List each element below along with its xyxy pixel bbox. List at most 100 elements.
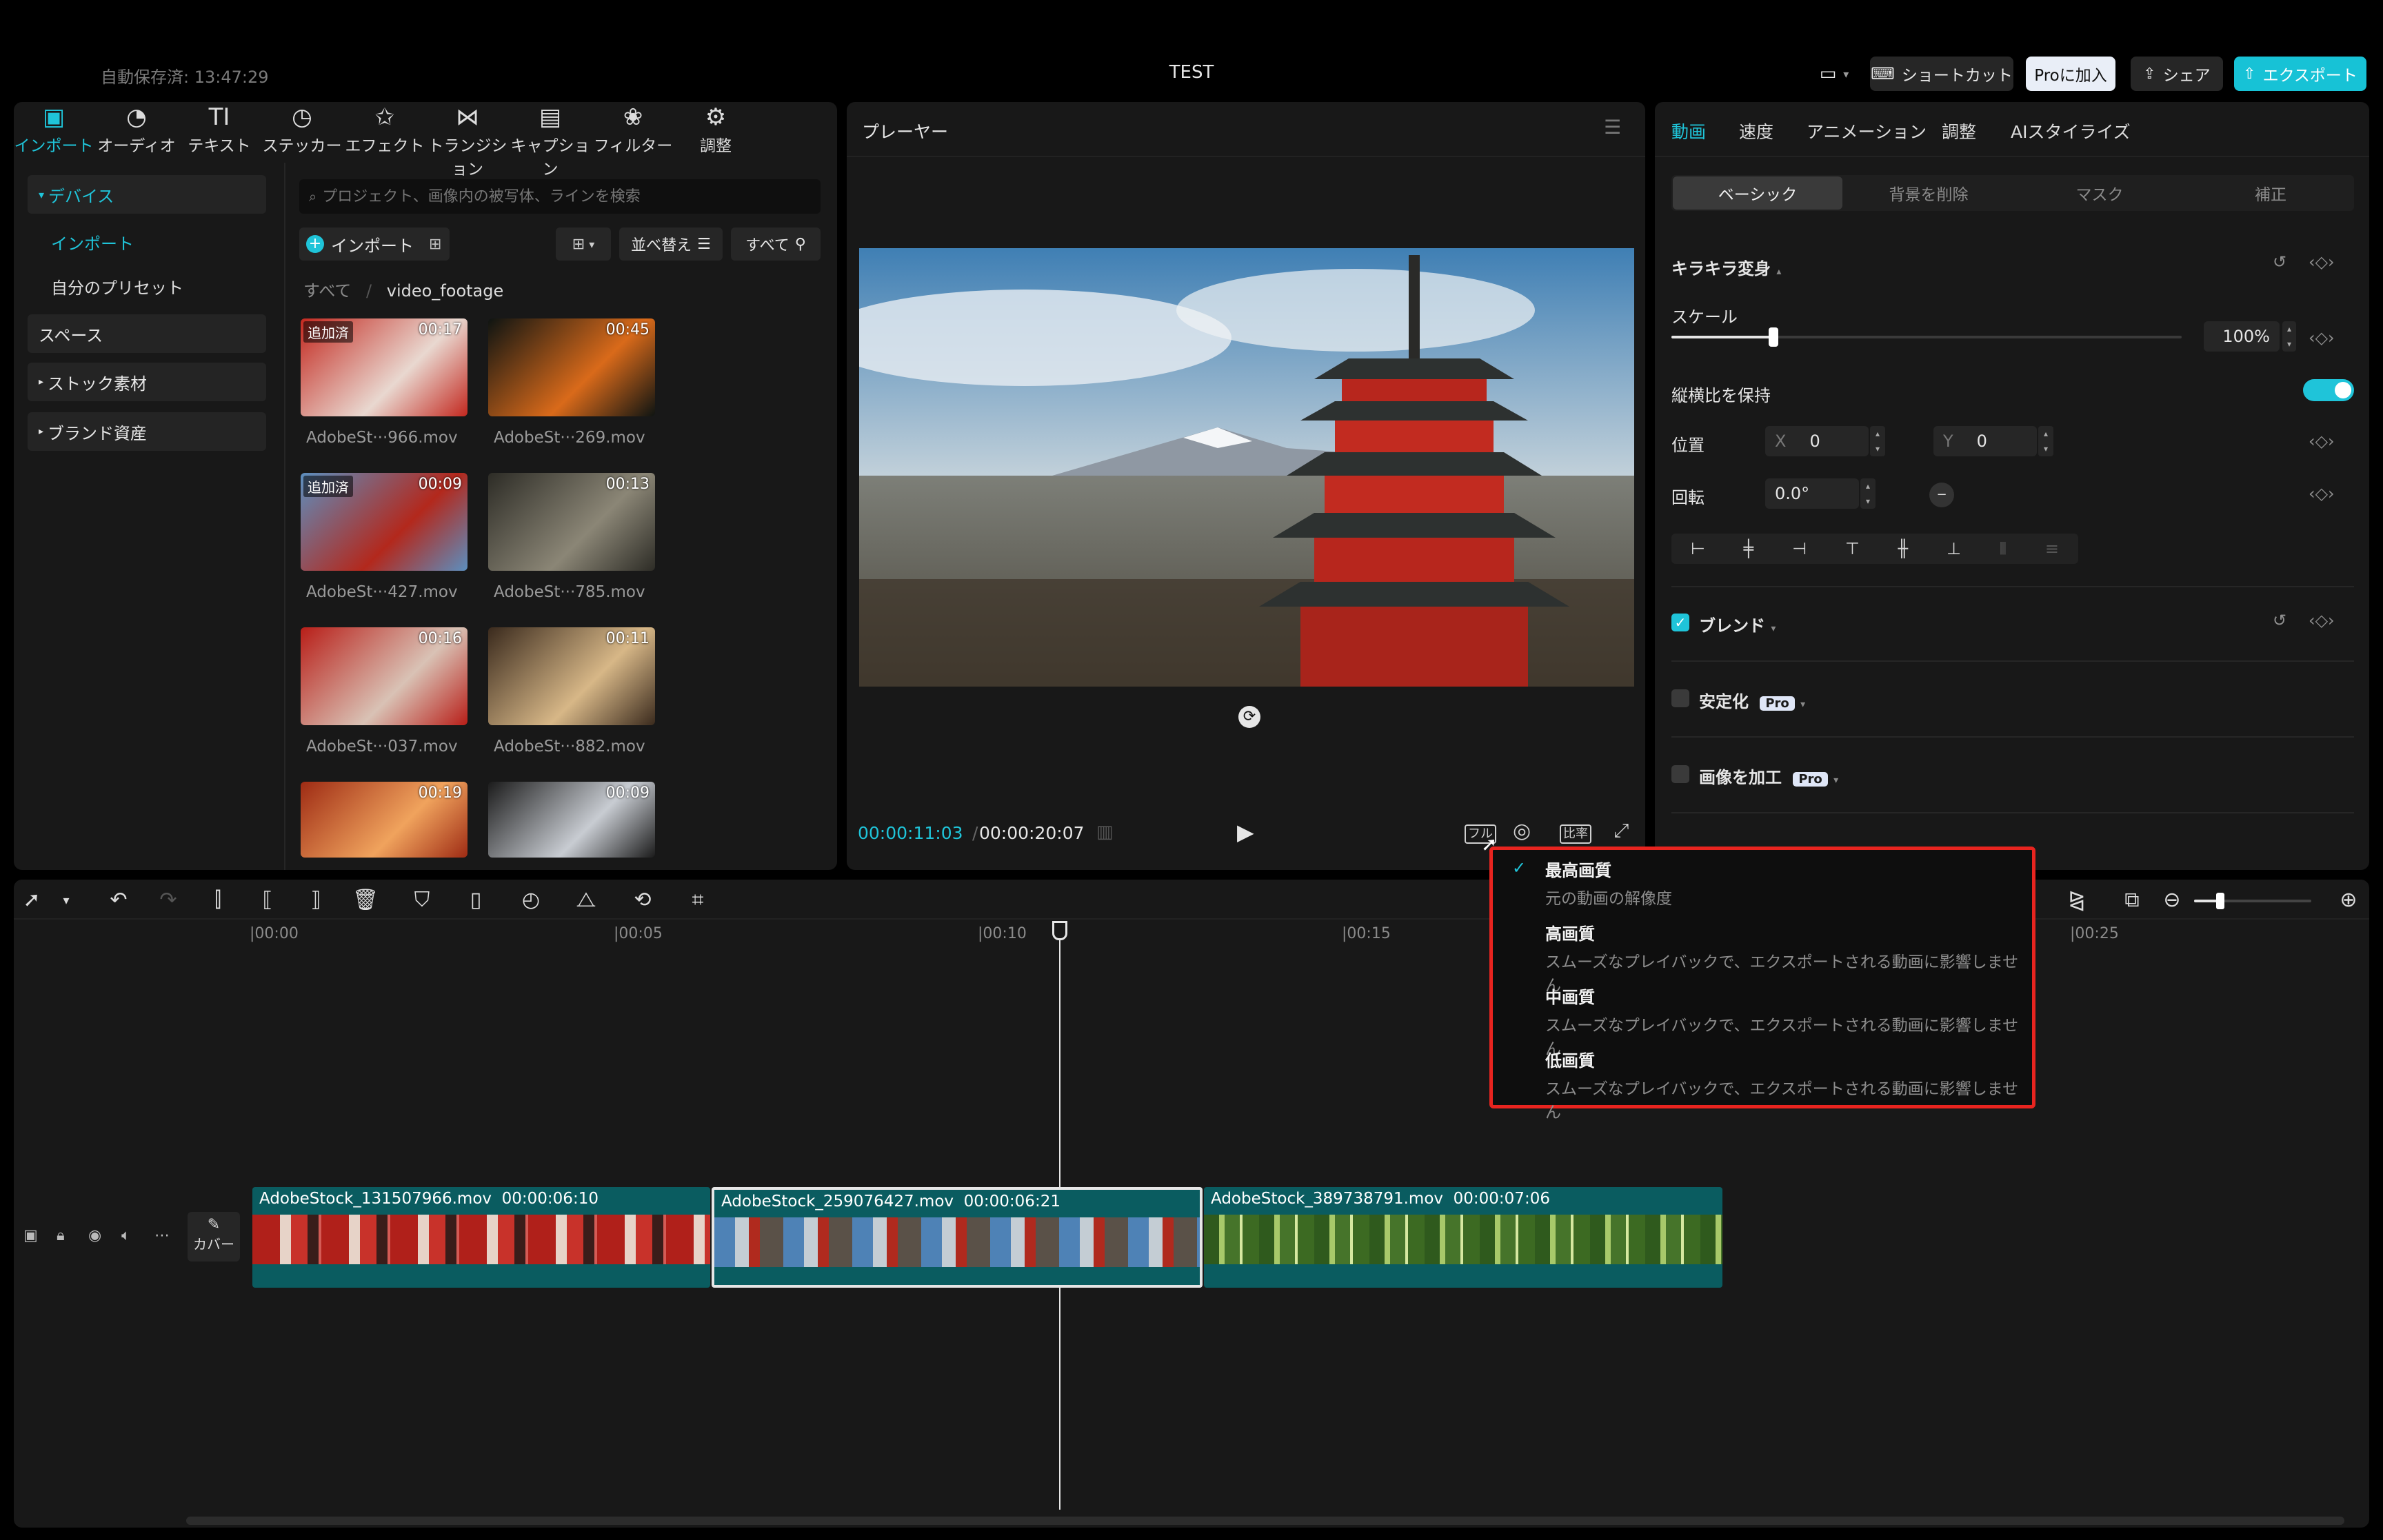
position-x-input[interactable]: X 0 [1765,426,1869,456]
snap-icon[interactable]: ⧎ [2062,888,2092,912]
media-thumbnail[interactable]: 00:11 [488,627,655,725]
zoom-out-icon[interactable]: ⊖ [2157,888,2187,912]
sidebar-space[interactable]: スペース [28,314,266,353]
segment-correction[interactable]: 補正 [2186,176,2355,210]
scale-slider-knob[interactable] [1769,327,1778,347]
tab-filter[interactable]: ❀ フィルター [592,103,674,156]
keyframe-icon[interactable]: ‹◇› [2309,484,2335,503]
crop-icon[interactable]: ⌗ [683,888,713,912]
tab-transition[interactable]: ⋈ トランジション [426,103,509,179]
rotation-dial[interactable]: − [1929,483,1954,507]
tab-animation[interactable]: アニメーション [1807,119,1927,143]
scale-input[interactable]: 100% [2204,321,2280,352]
pos-y-stepper[interactable]: ▴ ▾ [2038,426,2053,456]
keyframe-icon[interactable]: ‹◇› [2309,328,2335,347]
scale-slider[interactable] [1671,327,2182,347]
pos-x-stepper[interactable]: ▴ ▾ [1870,426,1885,456]
tab-audio[interactable]: ◔ オーディオ [95,103,178,156]
media-thumbnail[interactable]: 00:19 [301,782,467,858]
reset-icon[interactable]: ↺ [2273,252,2286,272]
view-toggle[interactable]: ⊞ ▾ [556,227,611,261]
tab-ai-stylize[interactable]: AIスタイライズ [2011,119,2131,143]
tab-text[interactable]: TI テキスト [178,103,261,156]
stabilize-section-title[interactable]: 安定化 Pro ▾ [1699,688,1805,712]
tab-adjust[interactable]: ⚙ 調整 [674,103,757,156]
sidebar-stock[interactable]: ▸ ストック素材 [28,363,266,401]
quality-option-highest[interactable]: ✓ 最高画質 元の動画の解像度 [1512,857,1672,909]
layout-button[interactable]: ▭ ▾ [1808,57,1860,91]
screenshot-icon[interactable]: ◎ [1513,819,1531,843]
media-thumbnail[interactable]: 追加済 00:09 [301,473,467,571]
segment-remove-bg[interactable]: 背景を削除 [1844,176,2013,210]
rotation-input[interactable]: 0.0° [1765,478,1859,509]
lock-icon[interactable]: 🔒︎ [57,1227,65,1244]
keyframe-icon[interactable]: ‹◇› [2309,432,2335,451]
rotate-icon[interactable]: ⟳ [1238,706,1260,728]
tab-speed[interactable]: 速度 [1739,119,1773,143]
tab-effect[interactable]: ✩ エフェクト [343,103,426,156]
menu-icon[interactable]: ☰ [1604,116,1621,139]
tab-sticker[interactable]: ◷ ステッカー [261,103,343,156]
media-search[interactable]: ⌕ [299,179,821,214]
delete-icon[interactable]: 🗑 [350,888,381,912]
cover-button[interactable]: ✎ カバー [188,1212,240,1262]
import-button[interactable]: + インポート ⊞ [299,227,450,261]
audio-icon[interactable]: 🔈︎ [121,1227,130,1244]
sidebar-import[interactable]: インポート [51,230,134,254]
sidebar-brand[interactable]: ▸ ブランド資産 [28,412,266,451]
pro-subscribe-button[interactable]: Proに加入 [2026,57,2115,91]
tab-import[interactable]: ▣ インポート [12,103,95,156]
sort-button[interactable]: 並べ替え ☰ [619,227,723,261]
timeline-clip[interactable]: AdobeStock_131507966.mov 00:00:06:10 [252,1187,710,1288]
track-visibility-icon[interactable]: ▣ [23,1227,38,1244]
shortcut-button[interactable]: ⌨ ショートカット [1870,57,2013,91]
align-bottom-icon[interactable]: ⊥ [1947,539,1961,558]
blend-checkbox[interactable]: ✓ [1671,614,1689,631]
chevron-down-icon[interactable]: ▾ [51,893,81,908]
position-y-input[interactable]: Y 0 [1933,426,2037,456]
enhance-section-title[interactable]: 画像を加工 Pro ▾ [1699,764,1838,788]
video-preview[interactable] [859,248,1634,687]
blend-section-title[interactable]: ブレンド ▾ [1699,612,1776,636]
speed-icon[interactable]: ◴ [516,888,546,912]
timeline-scrollbar[interactable] [186,1517,2344,1525]
align-right-icon[interactable]: ⊣ [1792,539,1807,558]
rotation-stepper[interactable]: ▴ ▾ [1860,478,1876,509]
tab-adjust[interactable]: 調整 [1942,119,1976,143]
rotate-clip-icon[interactable]: ⟲ [627,888,658,912]
scale-stepper[interactable]: ▴ ▾ [2282,321,2296,352]
play-icon[interactable]: ▶ [1237,819,1254,845]
preview-toggle-icon[interactable]: ⧉ [2117,888,2147,912]
breadcrumb-all[interactable]: すべて [303,281,351,301]
ratio-button[interactable]: 比率 [1560,824,1591,844]
zoom-in-icon[interactable]: ⊕ [2333,888,2364,912]
filter-button[interactable]: すべて ⚲ [731,227,821,261]
zoom-slider[interactable] [2194,893,2311,909]
aspect-toggle[interactable] [2303,379,2354,401]
align-top-icon[interactable]: ⊤ [1845,539,1860,558]
freeze-icon[interactable]: ▯ [461,888,491,912]
keyframe-icon[interactable]: ‹◇› [2309,252,2335,272]
tab-caption[interactable]: ▤ キャプション [509,103,592,179]
segment-mask[interactable]: マスク [2015,176,2184,210]
enhance-checkbox[interactable] [1671,765,1689,783]
align-center-v-icon[interactable]: ╫ [1898,539,1908,558]
mirror-icon[interactable]: ⧍ [571,888,601,912]
tab-video[interactable]: 動画 [1671,119,1706,143]
align-left-icon[interactable]: ⊢ [1691,539,1705,558]
media-thumbnail[interactable]: 00:45 [488,318,655,416]
sidebar-device[interactable]: ▾ デバイス [28,175,266,214]
undo-icon[interactable]: ↶ [103,888,134,912]
select-tool-icon[interactable]: ➚ [17,888,47,912]
media-thumbnail[interactable]: 00:13 [488,473,655,571]
zoom-slider-knob[interactable] [2216,893,2224,909]
export-button[interactable]: ⇧ エクスポート [2234,57,2366,91]
split-icon[interactable]: ⫿ [203,888,233,912]
split-left-icon[interactable]: ⟦ [252,888,283,912]
fullscreen-icon[interactable]: ⤢ [1613,819,1629,842]
timeline-clip-selected[interactable]: AdobeStock_259076427.mov 00:00:06:21 [712,1187,1203,1288]
align-center-h-icon[interactable]: ╪ [1744,539,1753,558]
timeline-clip[interactable]: AdobeStock_389738791.mov 00:00:07:06 [1204,1187,1722,1288]
sidebar-presets[interactable]: 自分のプリセット [51,274,183,298]
keyframe-icon[interactable]: ‹◇› [2309,611,2335,630]
